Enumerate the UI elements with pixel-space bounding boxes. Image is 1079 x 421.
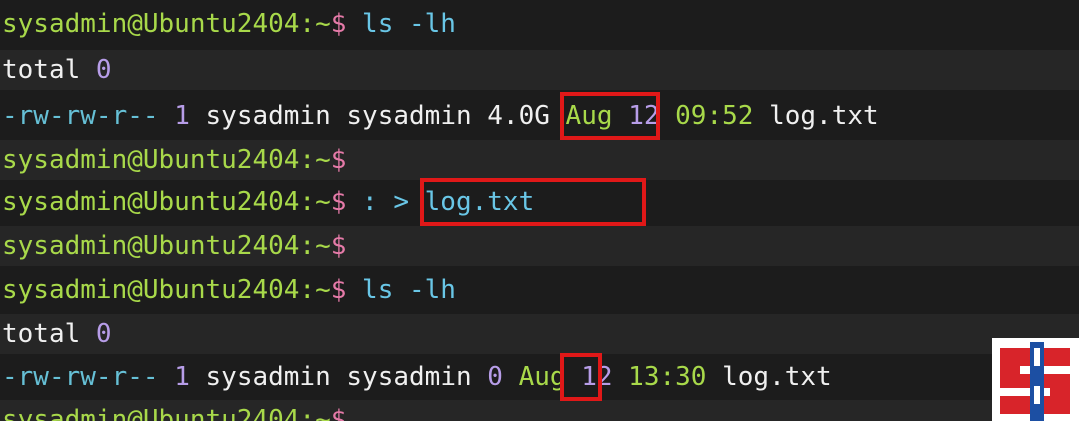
- terminal-line-prompt: sysadmin@Ubuntu2404:~$: [0, 140, 1079, 180]
- file-owner-group: sysadmin sysadmin: [205, 362, 488, 392]
- terminal-line-prompt[interactable]: sysadmin@Ubuntu2404:~$: [0, 400, 1079, 421]
- highlight-box-size-before: [560, 92, 660, 140]
- file-size: 4.0G: [487, 101, 550, 131]
- terminal-window[interactable]: sysadmin@Ubuntu2404:~$ ls -lh total 0 -r…: [0, 0, 1079, 421]
- terminal-line-prompt: sysadmin@Ubuntu2404:~$: [0, 226, 1079, 266]
- command-text: ls -lh: [346, 9, 456, 39]
- prompt-user-host: sysadmin@Ubuntu2404:~: [2, 9, 331, 39]
- file-permissions: -rw-rw-r--: [2, 362, 159, 392]
- file-links: 1: [158, 362, 206, 392]
- file-permissions: -rw-rw-r--: [2, 101, 159, 131]
- prompt-dollar: $: [330, 145, 347, 175]
- prompt-dollar: $: [330, 187, 347, 217]
- file-size: 0: [487, 362, 503, 392]
- file-name: log.txt: [706, 362, 832, 392]
- highlight-box-truncate-command: [420, 178, 646, 226]
- highlight-box-size-after: [560, 353, 602, 401]
- file-time: 09:52: [659, 101, 754, 131]
- file-time: 13:30: [612, 362, 707, 392]
- total-label: total: [2, 319, 96, 349]
- prompt-user-host: sysadmin@Ubuntu2404:~: [2, 187, 331, 217]
- prompt-user-host: sysadmin@Ubuntu2404:~: [2, 145, 331, 175]
- prompt-dollar: $: [330, 231, 347, 261]
- sb-logo-icon: [992, 338, 1079, 421]
- total-label: total: [2, 55, 96, 85]
- terminal-line-file-entry: -rw-rw-r-- 1 sysadmin sysadmin 0 Aug 12 …: [0, 357, 1079, 397]
- terminal-line-prompt: sysadmin@Ubuntu2404:~$ ls -lh: [0, 270, 1079, 310]
- prompt-user-host: sysadmin@Ubuntu2404:~: [2, 405, 331, 421]
- terminal-line-file-entry: -rw-rw-r-- 1 sysadmin sysadmin 4.0G Aug …: [0, 96, 1079, 136]
- prompt-user-host: sysadmin@Ubuntu2404:~: [2, 231, 331, 261]
- terminal-line-total: total 0: [0, 314, 1079, 354]
- prompt-dollar: $: [330, 275, 347, 305]
- prompt-dollar: $: [330, 9, 347, 39]
- file-owner-group: sysadmin sysadmin: [205, 101, 488, 131]
- command-text: ls -lh: [346, 275, 456, 305]
- total-value: 0: [95, 319, 112, 349]
- total-value: 0: [95, 55, 112, 85]
- prompt-user-host: sysadmin@Ubuntu2404:~: [2, 275, 331, 305]
- file-links: 1: [158, 101, 206, 131]
- terminal-line-total: total 0: [0, 50, 1079, 90]
- prompt-dollar: $: [330, 405, 347, 421]
- terminal-line-prompt: sysadmin@Ubuntu2404:~$ ls -lh: [0, 4, 1079, 44]
- file-name: log.txt: [753, 101, 879, 131]
